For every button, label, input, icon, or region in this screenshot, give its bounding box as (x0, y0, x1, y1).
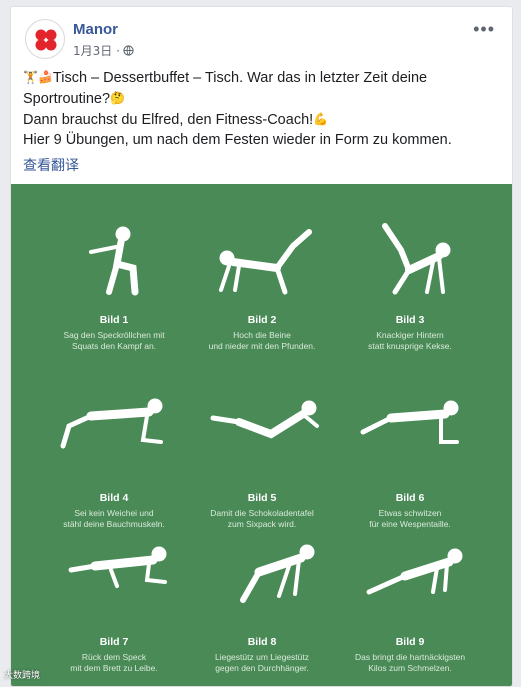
exercise-title: Bild 6 (395, 492, 425, 504)
glute-bridge-figure-icon (382, 223, 451, 295)
exercise-title: Bild 3 (395, 314, 425, 326)
exercise-cell-4: Bild 4 Sei kein Weichei und stähl deine … (39, 396, 189, 529)
page-avatar[interactable] (25, 19, 65, 59)
post-card: Manor 1月3日 · ••• 🏋🍰Tisch – Dessertbuffet… (10, 6, 513, 687)
more-icon[interactable]: ••• (473, 19, 495, 40)
post-text-line-3-content: Dann brauchst du Elfred, den Fitness-Coa… (23, 112, 314, 128)
post-text-line-3: Dann brauchst du Elfred, den Fitness-Coa… (23, 109, 503, 130)
flexed-biceps-emoji: 💪 (313, 112, 329, 126)
post-image[interactable]: Bild 1 Sag den Speckröllchen mit Squats … (11, 184, 512, 686)
exercise-description: Das bringt die hartnäckigsten Kilos zum … (354, 652, 466, 673)
exercise-title: Bild 4 (99, 492, 129, 504)
exercise-cell-1: Bild 1 Sag den Speckröllchen mit Squats … (39, 218, 189, 351)
exercise-title: Bild 5 (247, 492, 277, 504)
exercise-description: Rück dem Speck mit dem Brett zu Leibe. (70, 652, 158, 673)
exercise-cell-7: Bild 7 Rück dem Speck mit dem Brett zu L… (39, 540, 189, 673)
exercise-description: Liegestütz um Liegestütz gegen den Durch… (214, 652, 310, 673)
exercise-cell-5: Bild 5 Damit die Schokoladentafel zum Si… (187, 396, 337, 529)
exercise-cell-8: Bild 8 Liegestütz um Liegestütz gegen de… (187, 540, 337, 673)
cake-emoji: 🍰 (37, 70, 53, 84)
globe-icon (123, 45, 134, 56)
post-text-line-1-content: Tisch – Dessertbuffet – Tisch. War das i… (52, 70, 428, 86)
plank-figure-icon (60, 398, 163, 449)
exercise-title: Bild 1 (99, 314, 129, 326)
weightlifter-emoji: 🏋 (23, 70, 38, 84)
watermark: 大数跨境 (4, 671, 41, 681)
exercise-description: Knackiger Hintern statt knusprige Kekse. (368, 330, 452, 351)
exercise-description: Hoch die Beine und nieder mit den Pfunde… (208, 330, 316, 351)
page-name[interactable]: Manor (73, 21, 118, 38)
thinking-emoji: 🤔 (110, 91, 126, 105)
post-date[interactable]: 1月3日 · (73, 42, 120, 59)
side-plank-figure-icon (360, 400, 459, 444)
post-text: 🏋🍰Tisch – Dessertbuffet – Tisch. War das… (23, 67, 503, 150)
pushup-figure-icon (240, 544, 315, 603)
exercise-description: Sei kein Weichei und stähl deine Bauchmu… (63, 508, 165, 529)
exercise-description: Sag den Speckröllchen mit Squats den Kam… (63, 330, 165, 351)
exercise-title: Bild 2 (247, 314, 277, 326)
post-text-line-1: 🏋🍰Tisch – Dessertbuffet – Tisch. War das… (23, 67, 503, 88)
post-text-line-4: Hier 9 Übungen, um nach dem Festen wiede… (23, 132, 452, 148)
exercise-description: Damit die Schokoladentafel zum Sixpack w… (210, 508, 314, 529)
exercise-cell-9: Bild 9 Das bringt die hartnäckigsten Kil… (335, 540, 485, 673)
exercise-title: Bild 9 (395, 636, 425, 648)
exercise-title: Bild 8 (247, 636, 277, 648)
squat-figure-icon (89, 226, 139, 296)
post-meta: 1月3日 · (73, 42, 134, 59)
exercise-title: Bild 7 (99, 636, 129, 648)
crunch-figure-icon (210, 400, 319, 439)
post-text-line-2: Sportroutine?🤔 (23, 88, 503, 109)
post-header: Manor 1月3日 · ••• (25, 19, 495, 59)
leg-raise-figure-icon (219, 229, 312, 295)
mountain-climber-figure-icon (366, 548, 463, 595)
exercise-description: Etwas schwitzen für eine Wespentaille. (369, 508, 451, 529)
exercise-cell-6: Bild 6 Etwas schwitzen für eine Wespenta… (335, 396, 485, 529)
see-translation-link[interactable]: 查看翻译 (23, 155, 79, 175)
exercise-cell-2: Bild 2 Hoch die Beine und nieder mit den… (187, 218, 337, 351)
forearm-plank-figure-icon (68, 546, 167, 588)
manor-logo (35, 29, 57, 51)
exercise-cell-3: Bild 3 Knackiger Hintern statt knusprige… (335, 218, 485, 351)
post-text-line-2-content: Sportroutine? (23, 91, 111, 107)
